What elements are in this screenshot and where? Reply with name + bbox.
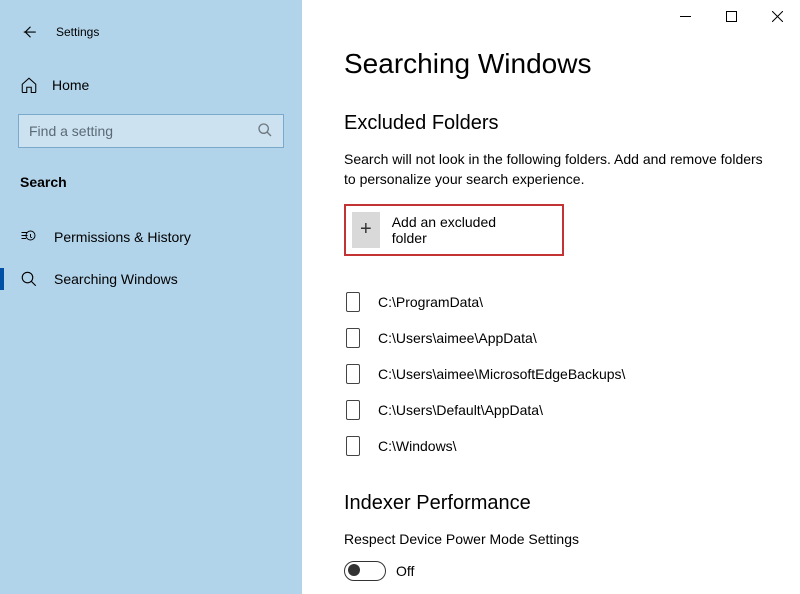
window-controls [662,0,800,32]
permissions-icon [20,228,38,246]
folder-icon [346,400,360,420]
power-mode-toggle[interactable] [344,561,386,581]
searching-windows-icon [20,270,38,288]
folder-path: C:\Windows\ [378,438,457,454]
folder-path: C:\ProgramData\ [378,294,483,310]
folder-path: C:\Users\Default\AppData\ [378,402,543,418]
plus-icon: + [352,212,380,248]
folder-icon [346,436,360,456]
titlebar-left: Settings [0,18,302,46]
minimize-button[interactable] [662,0,708,32]
main-content: Searching Windows Excluded Folders Searc… [302,0,800,594]
excluded-folder-item[interactable]: C:\Windows\ [344,428,780,464]
sidebar: Settings Home Search Permissions & Histo… [0,0,302,594]
excluded-folder-item[interactable]: C:\Users\Default\AppData\ [344,392,780,428]
nav-home-label: Home [52,77,89,93]
power-mode-label: Respect Device Power Mode Settings [344,531,780,547]
folder-path: C:\Users\aimee\MicrosoftEdgeBackups\ [378,366,625,382]
indexer-performance-heading: Indexer Performance [344,492,780,515]
nav-home[interactable]: Home [0,68,302,102]
excluded-folder-item[interactable]: C:\Users\aimee\MicrosoftEdgeBackups\ [344,356,780,392]
home-icon [20,76,38,94]
excluded-folder-item[interactable]: C:\Users\aimee\AppData\ [344,320,780,356]
sidebar-item-permissions[interactable]: Permissions & History [0,216,302,258]
sidebar-label-permissions: Permissions & History [54,229,191,245]
back-icon[interactable] [20,23,38,41]
add-excluded-label: Add an excluded folder [392,214,502,246]
folder-icon [346,292,360,312]
excluded-folder-item[interactable]: C:\ProgramData\ [344,284,780,320]
sidebar-label-searching-windows: Searching Windows [54,271,178,287]
excluded-folder-list: C:\ProgramData\ C:\Users\aimee\AppData\ C:… [344,284,780,464]
power-mode-state: Off [396,563,414,579]
search-input[interactable] [29,123,257,139]
page-title: Searching Windows [344,48,780,80]
folder-path: C:\Users\aimee\AppData\ [378,330,537,346]
excluded-folders-description: Search will not look in the following fo… [344,149,764,190]
power-mode-toggle-row: Off [344,561,780,581]
toggle-knob [348,564,360,576]
sidebar-item-searching-windows[interactable]: Searching Windows [0,258,302,300]
add-excluded-folder-button[interactable]: + Add an excluded folder [344,204,564,256]
search-box[interactable] [18,114,284,148]
excluded-folders-heading: Excluded Folders [344,112,780,135]
folder-icon [346,328,360,348]
close-button[interactable] [754,0,800,32]
app-title: Settings [56,25,99,39]
folder-icon [346,364,360,384]
search-icon [257,122,273,141]
maximize-button[interactable] [708,0,754,32]
sidebar-category: Search [0,166,302,198]
